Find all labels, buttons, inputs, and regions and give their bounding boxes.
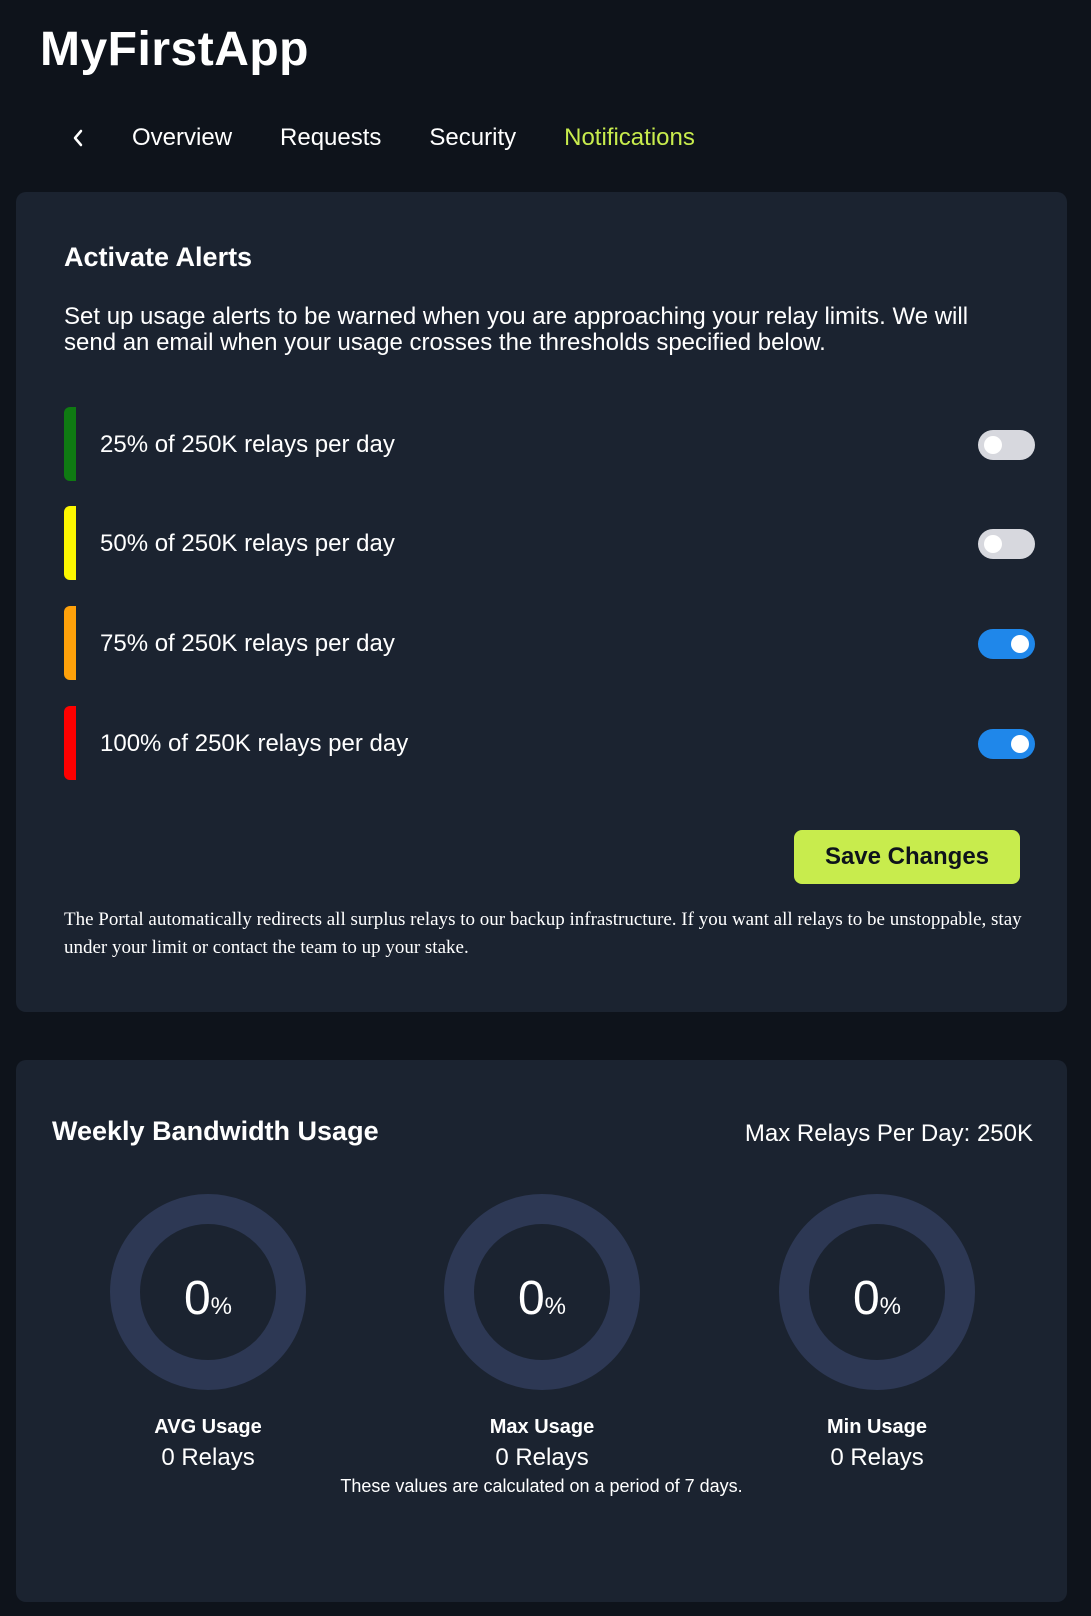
gauge-label: Max Usage [489,1416,595,1438]
back-button[interactable] [68,124,88,152]
gauge-label: Min Usage [826,1416,928,1438]
usage-ring: 0% [444,1194,640,1390]
gauge-relays: 0 Relays [161,1444,255,1471]
alert-label: 50% of 250K relays per day [100,530,395,557]
alert-toggle-75[interactable] [978,629,1035,659]
tab-overview[interactable]: Overview [132,124,232,152]
usage-value: 0 [852,1272,880,1325]
alert-row-100: 100% of 250K relays per day [64,706,1036,780]
usage-unit: % [210,1293,233,1320]
alert-color-bar [64,506,76,580]
alert-toggle-25[interactable] [978,430,1035,460]
tab-requests[interactable]: Requests [280,124,381,152]
alert-label: 25% of 250K relays per day [100,431,395,458]
app-title: MyFirstApp [40,23,309,76]
usage-value: 0 [517,1272,545,1325]
nav-tabs: Overview Requests Security Notifications [68,118,743,158]
usage-title: Weekly Bandwidth Usage [52,1116,379,1146]
chevron-left-icon [73,129,83,147]
usage-percent: 0% [140,1270,276,1335]
usage-percent: 0% [809,1270,945,1335]
alert-label: 100% of 250K relays per day [100,730,409,757]
gauge-relays: 0 Relays [830,1444,924,1471]
usage-unit: % [544,1293,567,1320]
alert-row-50: 50% of 250K relays per day [64,506,1036,580]
max-relays-label: Max Relays Per Day: 250K [744,1120,1033,1147]
alerts-title: Activate Alerts [64,242,253,272]
alert-color-bar [64,407,76,481]
toggle-knob [1011,635,1029,653]
toggle-knob [984,535,1002,553]
usage-ring: 0% [110,1194,306,1390]
avg-usage-gauge: 0% AVG Usage 0 Relays [110,1194,306,1471]
alert-label: 75% of 250K relays per day [100,630,395,657]
usage-percent: 0% [474,1270,610,1335]
toggle-knob [1011,735,1029,753]
usage-ring: 0% [779,1194,975,1390]
alert-row-75: 75% of 250K relays per day [64,606,1036,680]
min-usage-gauge: 0% Min Usage 0 Relays [779,1194,975,1471]
alert-color-bar [64,706,76,780]
tab-security[interactable]: Security [429,124,516,152]
usage-note: These values are calculated on a period … [340,1476,743,1496]
alert-toggle-100[interactable] [978,729,1035,759]
tab-notifications[interactable]: Notifications [564,124,695,152]
alert-color-bar [64,606,76,680]
toggle-knob [984,436,1002,454]
alert-row-25: 25% of 250K relays per day [64,407,1036,481]
max-usage-gauge: 0% Max Usage 0 Relays [444,1194,640,1471]
save-changes-button[interactable]: Save Changes [794,830,1020,884]
usage-card: Weekly Bandwidth Usage Max Relays Per Da… [16,1060,1067,1602]
alerts-card: Activate Alerts Set up usage alerts to b… [16,192,1067,1012]
usage-value: 0 [183,1272,211,1325]
alerts-footnote: The Portal automatically redirects all s… [64,909,1022,958]
gauge-label: AVG Usage [154,1416,262,1438]
gauge-relays: 0 Relays [495,1444,589,1471]
usage-unit: % [879,1293,902,1320]
alerts-description: Set up usage alerts to be warned when yo… [64,303,969,356]
alert-toggle-50[interactable] [978,529,1035,559]
